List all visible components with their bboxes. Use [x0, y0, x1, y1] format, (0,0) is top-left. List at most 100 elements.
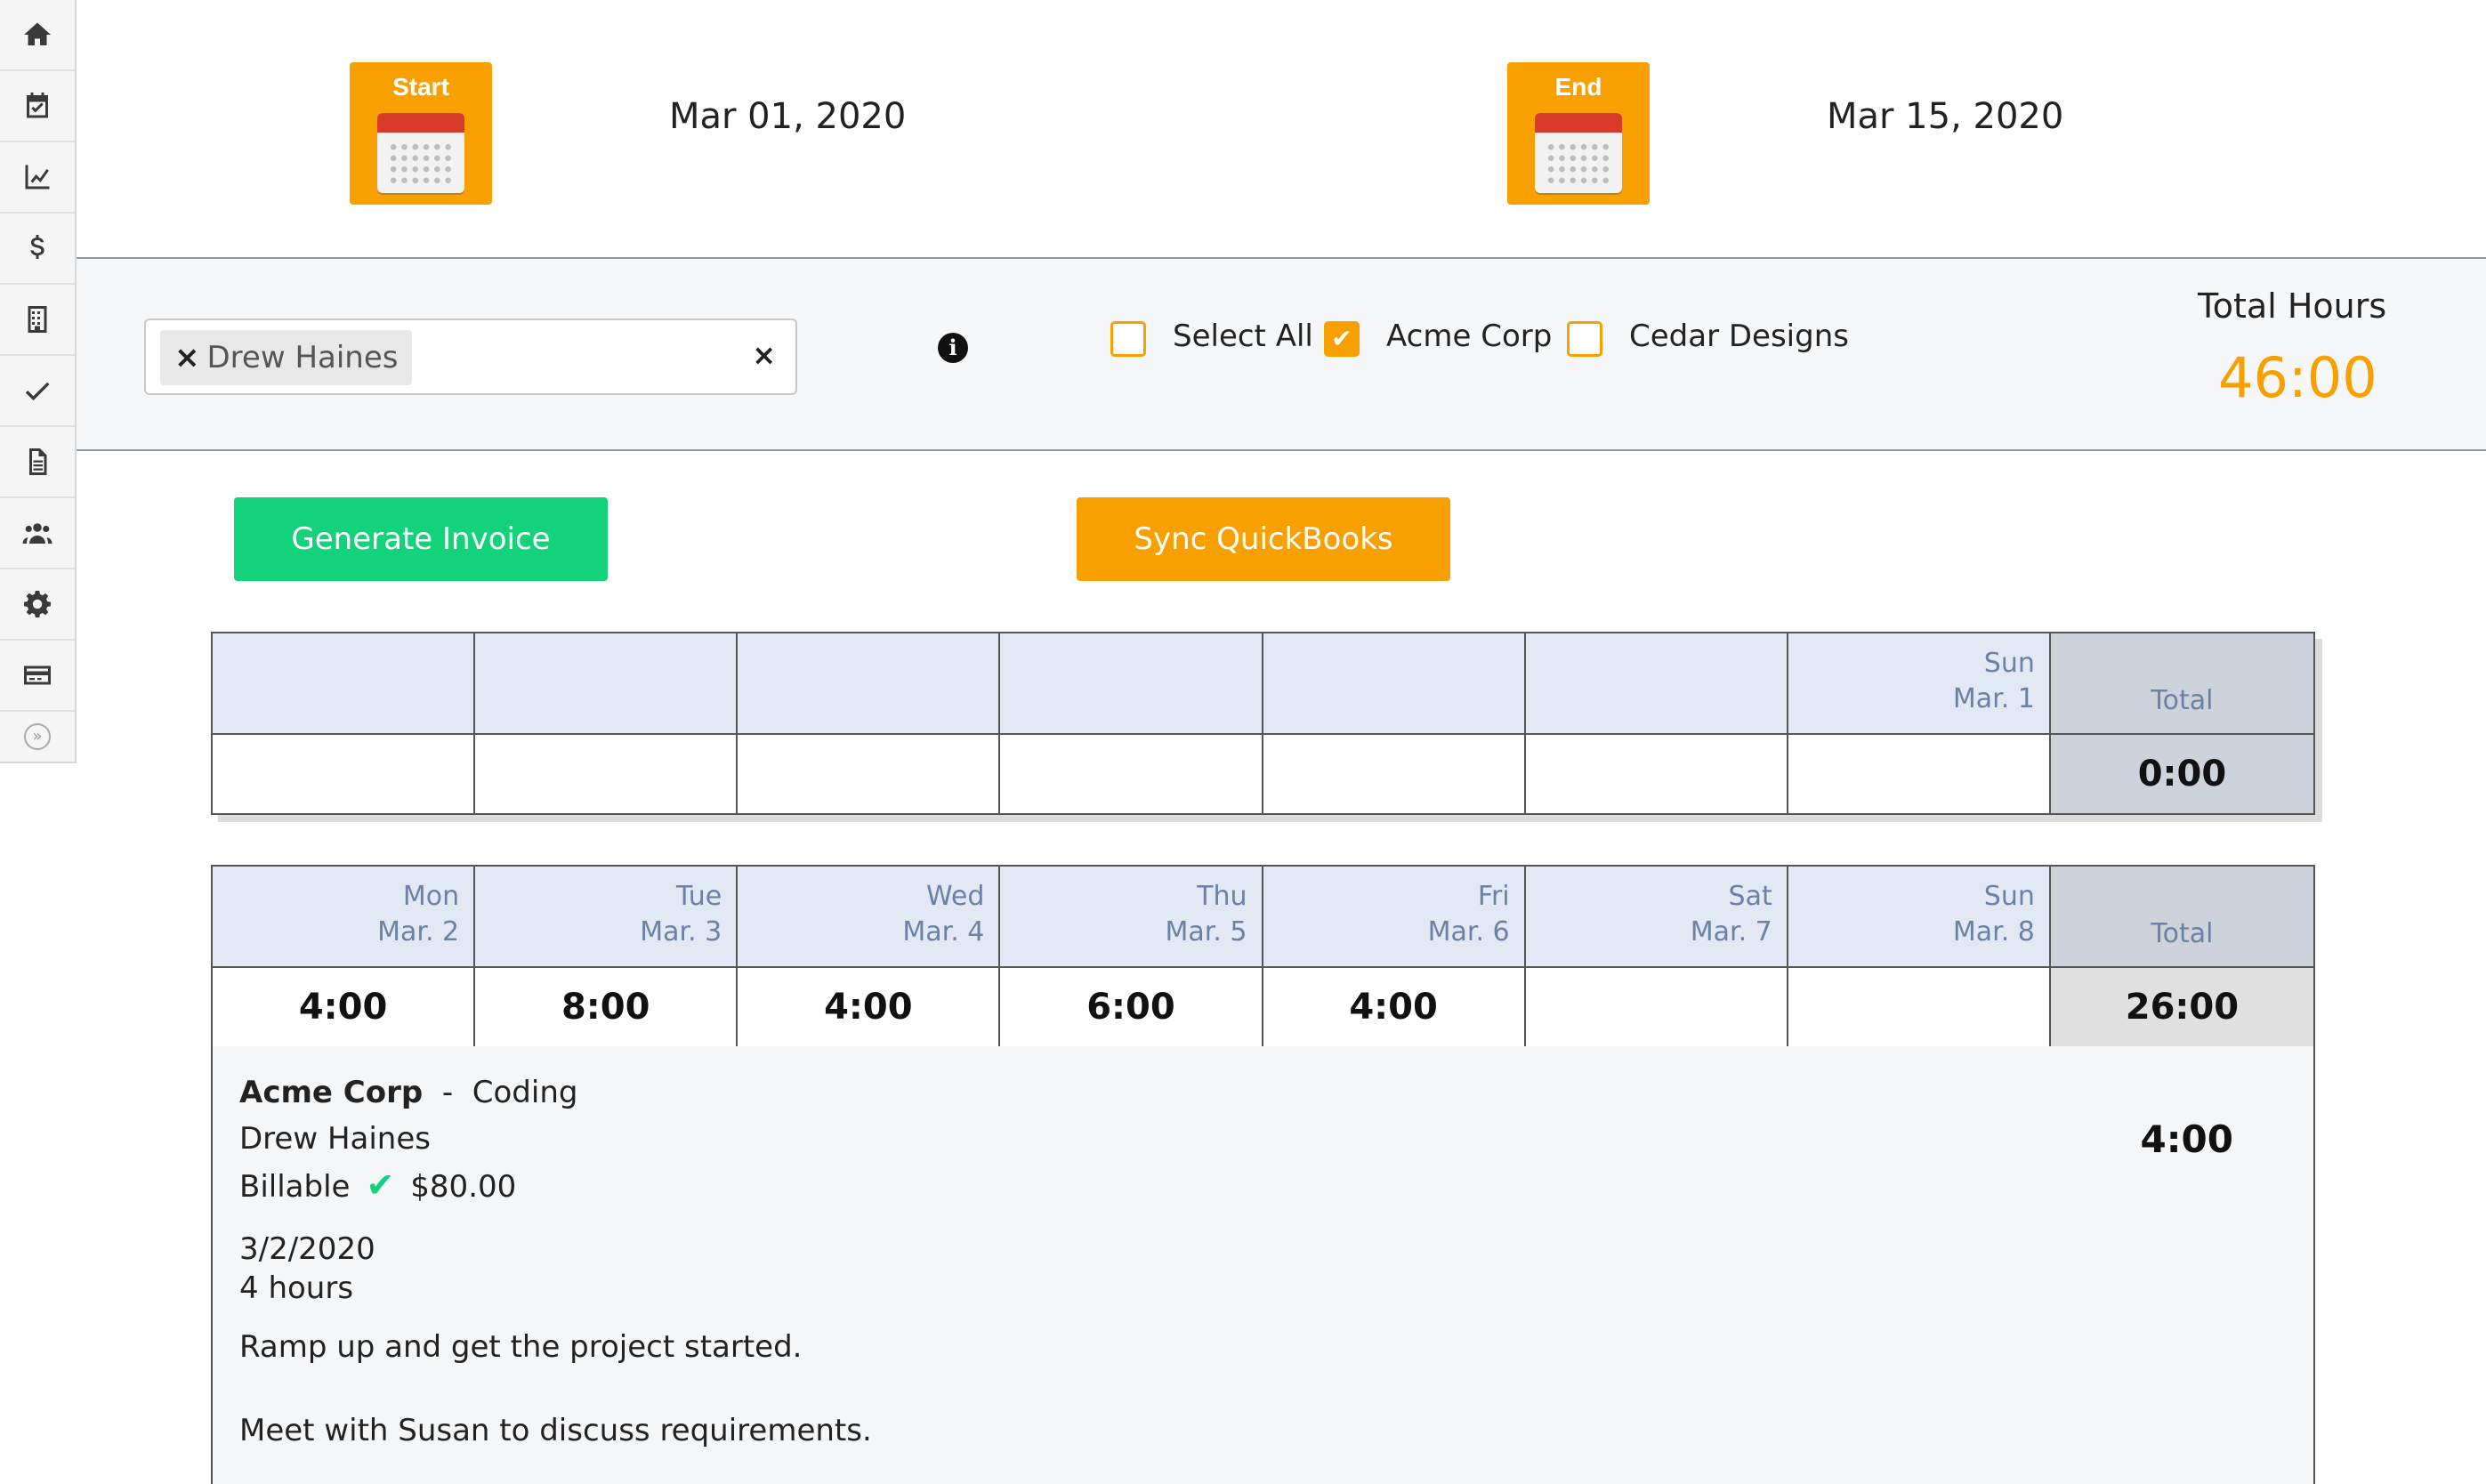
- generate-invoice-button[interactable]: Generate Invoice: [234, 497, 608, 581]
- day-hours-cell[interactable]: [1788, 735, 2051, 813]
- day-hours-cell[interactable]: 4:00: [738, 968, 1001, 1046]
- user-chip-label: Drew Haines: [206, 340, 399, 375]
- end-date-button[interactable]: End: [1507, 62, 1650, 205]
- dollar-icon: [30, 235, 44, 259]
- check-icon: [25, 382, 50, 401]
- gear-icon: [24, 591, 51, 617]
- day-hours-cell[interactable]: [1000, 735, 1263, 813]
- day-header: Thu Mar. 5: [1000, 867, 1263, 968]
- entry-client: Acme Corp: [239, 1075, 424, 1110]
- week-values-row: 4:00 8:00 4:00 6:00 4:00 26:00: [213, 968, 2313, 1048]
- acme-corp-checkbox[interactable]: ✔: [1324, 321, 1360, 357]
- day-hours-cell[interactable]: [1788, 968, 2051, 1046]
- week-table: Mon Mar. 2 Tue Mar. 3 Wed Mar. 4 Thu Mar. 5 …: [211, 865, 2315, 1048]
- entry-amount: $80.00: [410, 1169, 517, 1205]
- day-hours-cell[interactable]: [1263, 735, 1526, 813]
- chevron-double-right-icon: »: [24, 723, 51, 750]
- week-total-cell: 0:00: [2050, 735, 2313, 813]
- cedar-designs-checkbox[interactable]: [1567, 321, 1602, 357]
- sidebar-expand-toggle[interactable]: »: [0, 712, 75, 762]
- entry-description-line: Meet with Susan to discuss requirements.: [239, 1413, 872, 1448]
- total-hours-value: 46:00: [2218, 345, 2377, 410]
- start-date-label: Start: [392, 73, 449, 101]
- info-icon[interactable]: i: [938, 333, 968, 363]
- total-hours-label: Total Hours: [2198, 286, 2387, 326]
- week-values-row: 0:00: [213, 735, 2313, 813]
- sidebar-item-calendar[interactable]: [0, 71, 75, 142]
- day-hours-cell[interactable]: 8:00: [475, 968, 739, 1046]
- day-hours-cell[interactable]: 4:00: [1263, 968, 1526, 1046]
- total-header: Total: [2050, 867, 2313, 968]
- day-header: [1525, 633, 1788, 735]
- entry-task: Coding: [472, 1075, 578, 1110]
- day-hours-cell[interactable]: 6:00: [1000, 968, 1263, 1046]
- week-table: Sun Mar. 1 Total 0:00: [211, 632, 2315, 815]
- sidebar-item-approvals[interactable]: [0, 356, 75, 427]
- sidebar-item-payments[interactable]: [0, 641, 75, 712]
- calendar-icon: [377, 113, 464, 193]
- entry-user: Drew Haines: [239, 1121, 431, 1157]
- start-date-button[interactable]: Start: [350, 62, 492, 205]
- day-header: [213, 633, 476, 735]
- day-hours-cell[interactable]: [1525, 735, 1788, 813]
- day-header: Tue Mar. 3: [475, 867, 739, 968]
- day-hours-cell[interactable]: [213, 735, 476, 813]
- home-icon: [24, 22, 51, 45]
- week-header-row: Sun Mar. 1 Total: [213, 633, 2313, 735]
- sidebar: »: [0, 0, 77, 763]
- sidebar-item-companies[interactable]: [0, 285, 75, 356]
- billable-label: Billable: [239, 1169, 351, 1205]
- calendar-check-icon: [27, 93, 48, 118]
- user-select[interactable]: × Drew Haines ×: [144, 319, 797, 395]
- day-header: Sun Mar. 8: [1788, 867, 2051, 968]
- chip-remove-icon[interactable]: ×: [174, 340, 200, 375]
- sidebar-item-documents[interactable]: [0, 427, 75, 498]
- billable-check-icon: ✔: [366, 1165, 395, 1205]
- end-date-label: End: [1554, 73, 1602, 101]
- entry-duration: 4 hours: [239, 1270, 354, 1306]
- end-date-value: Mar 15, 2020: [1827, 96, 2064, 137]
- calendar-icon: [1535, 113, 1622, 193]
- users-icon: [22, 523, 52, 544]
- day-header: Mon Mar. 2: [213, 867, 476, 968]
- day-header: [475, 633, 739, 735]
- sidebar-item-team[interactable]: [0, 498, 75, 569]
- entry-separator: -: [441, 1075, 454, 1110]
- credit-card-icon: [24, 665, 51, 685]
- day-hours-cell[interactable]: [1525, 968, 1788, 1046]
- day-hours-cell[interactable]: [738, 735, 1001, 813]
- acme-corp-label[interactable]: Acme Corp: [1386, 319, 1552, 354]
- chart-line-icon: [25, 165, 50, 190]
- start-date-value: Mar 01, 2020: [669, 96, 907, 137]
- entry-billing: Billable ✔ $80.00: [239, 1165, 516, 1205]
- day-header: [738, 633, 1001, 735]
- day-header: Wed Mar. 4: [738, 867, 1001, 968]
- entry-title: Acme Corp - Coding: [239, 1075, 577, 1110]
- building-icon: [28, 306, 47, 333]
- sidebar-item-settings[interactable]: [0, 569, 75, 641]
- clear-selection-icon[interactable]: ×: [752, 338, 776, 372]
- cedar-designs-label[interactable]: Cedar Designs: [1629, 319, 1849, 354]
- sidebar-item-reports[interactable]: [0, 142, 75, 214]
- total-header: Total: [2050, 633, 2313, 735]
- week-total-cell: 26:00: [2050, 968, 2313, 1046]
- entry-date: 3/2/2020: [239, 1231, 375, 1267]
- sync-quickbooks-button[interactable]: Sync QuickBooks: [1077, 497, 1450, 581]
- select-all-checkbox[interactable]: [1110, 321, 1146, 357]
- time-entry-card[interactable]: Acme Corp - Coding Drew Haines Billable ✔…: [211, 1046, 2315, 1484]
- day-header: [1263, 633, 1526, 735]
- day-header: Sat Mar. 7: [1525, 867, 1788, 968]
- sidebar-item-billing[interactable]: [0, 214, 75, 285]
- day-header: Fri Mar. 6: [1263, 867, 1526, 968]
- select-all-label[interactable]: Select All: [1173, 319, 1313, 354]
- day-hours-cell[interactable]: [475, 735, 739, 813]
- entry-description-line: Ramp up and get the project started.: [239, 1329, 803, 1365]
- day-hours-cell[interactable]: 4:00: [213, 968, 476, 1046]
- week-header-row: Mon Mar. 2 Tue Mar. 3 Wed Mar. 4 Thu Mar. 5 …: [213, 867, 2313, 968]
- entry-hours: 4:00: [2140, 1117, 2233, 1161]
- day-header: [1000, 633, 1263, 735]
- day-header: Sun Mar. 1: [1788, 633, 2051, 735]
- user-chip: × Drew Haines: [160, 330, 413, 385]
- document-icon: [29, 448, 47, 475]
- sidebar-item-home[interactable]: [0, 0, 75, 71]
